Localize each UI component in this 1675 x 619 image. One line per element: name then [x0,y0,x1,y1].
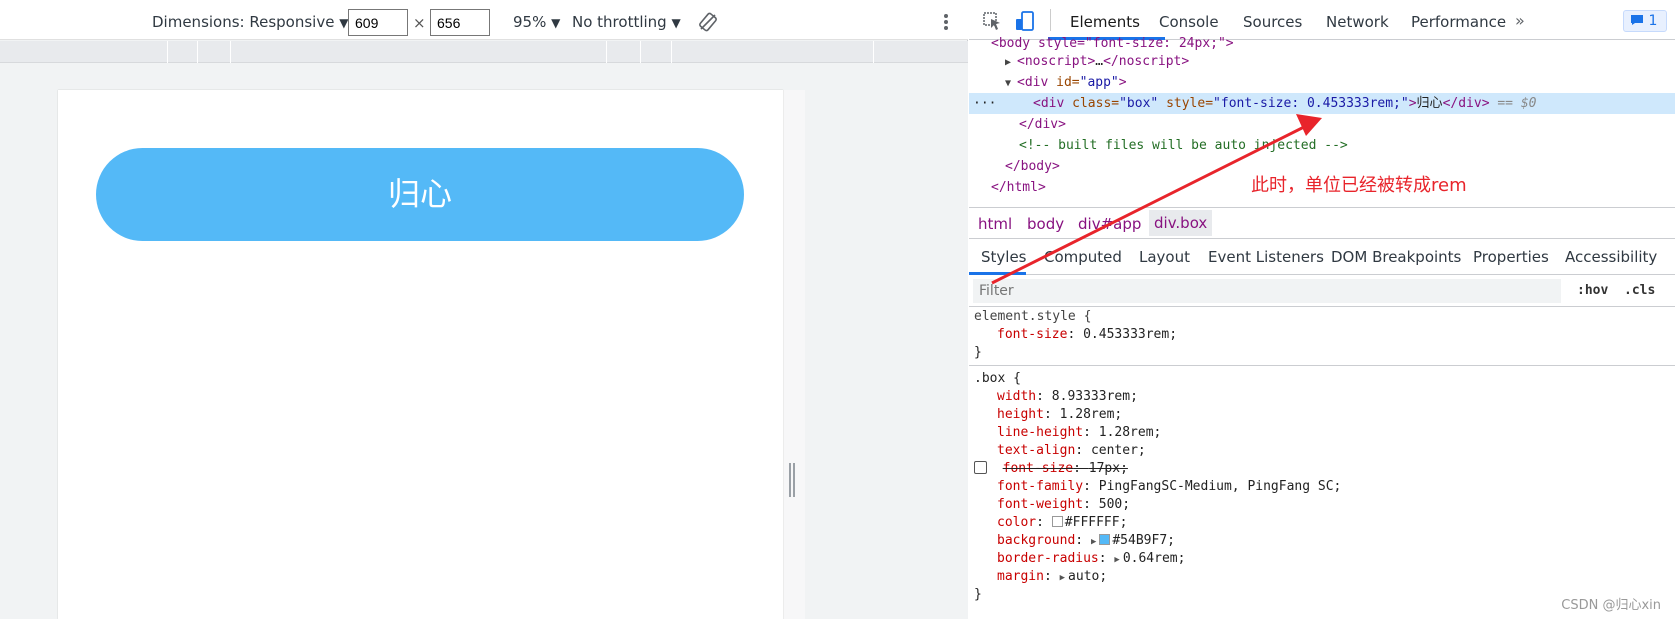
more-options-icon[interactable] [938,12,954,32]
dom-line-noscript[interactable]: ▶ <noscript>…</noscript> [969,51,1675,72]
prop-line-height[interactable]: line-height: 1.28rem; [997,424,1675,442]
prop-height[interactable]: height: 1.28rem; [997,406,1675,424]
cls-toggle[interactable]: .cls [1624,283,1655,298]
tab-event-listeners[interactable]: Event Listeners [1208,248,1324,266]
tab-layout[interactable]: Layout [1139,248,1190,266]
styles-filter-bar: :hov .cls [969,275,1675,307]
element-style-close: } [974,345,982,360]
message-icon [1631,15,1643,25]
tab-dom-breakpoints[interactable]: DOM Breakpoints [1331,248,1461,266]
property-checkbox[interactable] [974,461,987,474]
media-query-ruler[interactable] [0,41,968,63]
inspect-element-icon[interactable] [982,11,1004,31]
styles-tabbar: Styles Computed Layout Event Listeners D… [969,239,1675,275]
hov-toggle[interactable]: :hov [1577,283,1608,298]
viewport-area: 归心 [0,63,968,619]
color-swatch-icon[interactable] [1099,534,1111,545]
resize-handle[interactable] [789,463,795,497]
prop-font-size-overridden[interactable]: font-size: 17px; [974,460,1675,478]
color-swatch-icon[interactable] [1051,516,1063,527]
tab-sources[interactable]: Sources [1243,13,1302,31]
styles-pane: element.style { font-size: 0.453333rem; … [969,308,1675,619]
breadcrumb-body[interactable]: body [1027,215,1064,233]
expand-arrow-icon[interactable]: ▶ [1091,537,1096,547]
issues-badge[interactable]: 1 [1623,10,1667,32]
element-style-selector: element.style { [974,309,1092,324]
tab-computed[interactable]: Computed [1044,248,1122,266]
element-style-prop[interactable]: font-size: 0.453333rem; [997,326,1675,344]
throttling-dropdown[interactable]: No throttling ▼ [572,13,681,31]
device-toggle-icon[interactable] [1015,11,1037,31]
rule-separator [969,365,1675,366]
screen: Dimensions: Responsive ▼ × 95% ▼ No thro… [0,0,1675,619]
expand-arrow-icon[interactable]: ▶ [1060,573,1065,583]
breadcrumb-div-box[interactable]: div.box [1149,210,1213,236]
dimensions-dropdown[interactable]: Dimensions: Responsive ▼ [152,13,348,31]
device-frame: 归心 [58,90,783,619]
more-tabs-icon[interactable]: » [1515,11,1525,30]
box-element[interactable]: 归心 [96,148,744,241]
tab-console[interactable]: Console [1159,13,1219,31]
rotate-icon[interactable] [698,12,722,32]
dom-line-div-close[interactable]: </div> [969,114,1675,135]
breadcrumb-div-app[interactable]: div#app [1078,215,1141,233]
annotation-text: 此时，单位已经被转成rem [1251,175,1467,196]
issues-count: 1 [1648,13,1658,29]
times-sign: × [413,14,426,32]
dom-line-comment[interactable]: <!-- built files will be auto injected -… [969,135,1675,156]
watermark: CSDN @归心xin [1561,598,1661,613]
expand-arrow-icon[interactable]: ▶ [1114,555,1119,565]
dom-line-div-app[interactable]: ▼ <div id="app"> [969,72,1675,93]
tab-properties[interactable]: Properties [1473,248,1549,266]
height-input[interactable] [430,9,490,36]
device-emulation-pane: Dimensions: Responsive ▼ × 95% ▼ No thro… [0,0,968,619]
prop-margin[interactable]: margin: ▶ auto; [997,568,1675,586]
device-toolbar: Dimensions: Responsive ▼ × 95% ▼ No thro… [0,0,968,40]
prop-font-family[interactable]: font-family: PingFangSC-Medium, PingFang… [997,478,1675,496]
width-input[interactable] [348,9,408,36]
prop-width[interactable]: width: 8.93333rem; [997,388,1675,406]
tab-accessibility[interactable]: Accessibility [1565,248,1657,266]
tab-performance[interactable]: Performance [1411,13,1506,31]
tab-network[interactable]: Network [1326,13,1389,31]
tab-separator [1050,9,1051,31]
tab-styles[interactable]: Styles [981,248,1027,266]
dom-line-selected[interactable]: ··· <div class="box" style="font-size: 0.… [969,93,1675,114]
prop-font-weight[interactable]: font-weight: 500; [997,496,1675,514]
prop-border-radius[interactable]: border-radius: ▶ 0.64rem; [997,550,1675,568]
prop-text-align[interactable]: text-align: center; [997,442,1675,460]
box-rule-selector: .box { [974,371,1021,386]
breadcrumb: html body div#app div.box [969,207,1675,239]
prop-background[interactable]: background: ▶ #54B9F7; [997,532,1675,550]
devtools-pane: Elements Console Sources Network Perform… [969,0,1675,619]
zoom-dropdown[interactable]: 95% ▼ [513,13,560,31]
prop-color[interactable]: color: #FFFFFF; [997,514,1675,532]
tab-elements[interactable]: Elements [1070,13,1140,31]
filter-input[interactable] [973,279,1561,303]
device-scroll-strip [783,90,805,619]
breadcrumb-html[interactable]: html [978,215,1012,233]
